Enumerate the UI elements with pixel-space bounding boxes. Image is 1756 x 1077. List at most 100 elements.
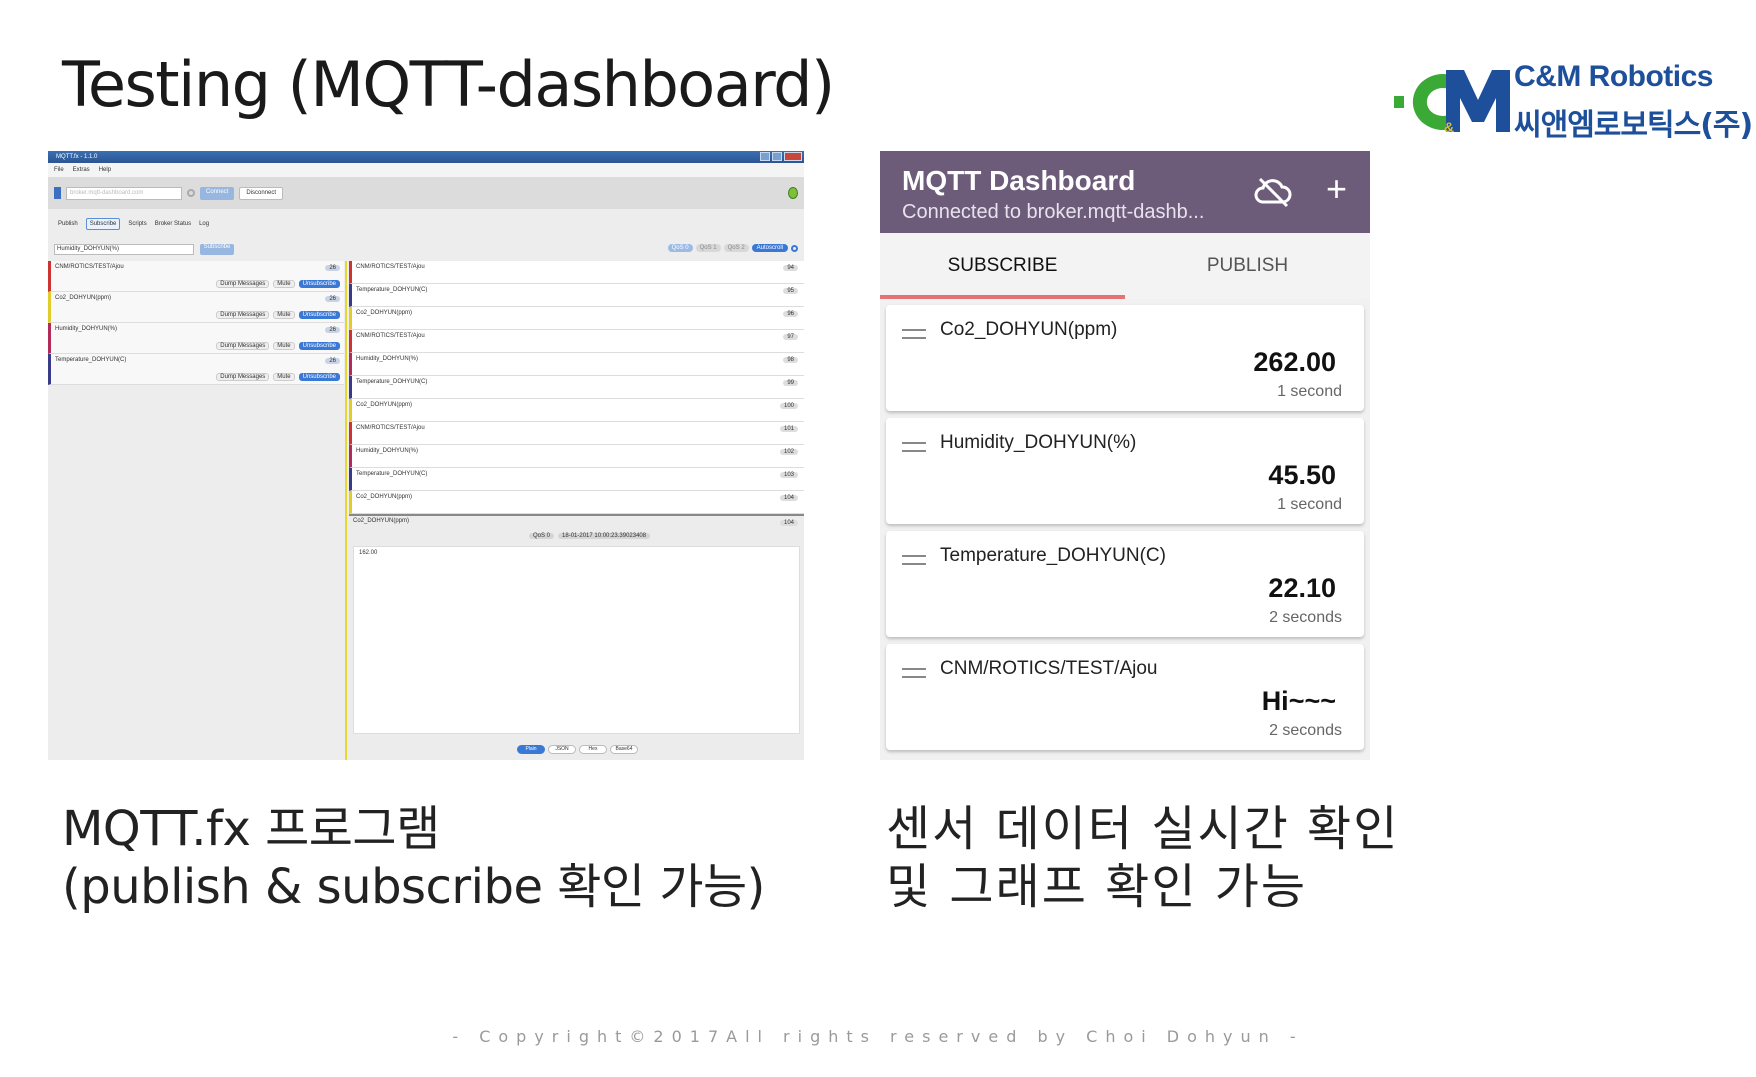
subscription-count: 26 (325, 265, 340, 271)
profile-document-icon (54, 187, 61, 199)
message-row[interactable]: Co2_DOHYUN(ppm) 96 (349, 307, 804, 330)
subscribe-button[interactable]: Subscribe (200, 243, 234, 255)
payload-view[interactable]: 162.00 (353, 546, 800, 734)
message-number: 95 (783, 288, 798, 294)
dump-messages-button[interactable]: Dump Messages (216, 342, 270, 350)
dump-messages-button[interactable]: Dump Messages (216, 311, 270, 319)
drag-handle-icon[interactable] (902, 442, 926, 452)
app-bar: MQTT Dashboard Connected to broker.mqtt-… (880, 151, 1370, 233)
tab-broker-status[interactable]: Broker Status (155, 221, 191, 227)
qos2-toggle[interactable]: QoS 2 (723, 244, 749, 252)
message-row[interactable]: Temperature_DOHYUN(C) 99 (349, 376, 804, 399)
message-row[interactable]: Co2_DOHYUN(ppm) 100 (349, 399, 804, 422)
svg-text:&: & (1444, 119, 1454, 135)
format-json[interactable]: JSON (548, 745, 576, 754)
connection-status-icon (788, 187, 798, 199)
unsubscribe-button[interactable]: Unsubscribe (298, 342, 340, 350)
message-topic: Co2_DOHYUN(ppm) (356, 494, 413, 500)
message-row[interactable]: CNM/ROTICS/TEST/Ajou 94 (349, 261, 804, 284)
gear-icon[interactable] (187, 189, 195, 197)
mqttfx-titlebar: MQTT.fx - 1.1.0 (48, 151, 804, 163)
unsubscribe-button[interactable]: Unsubscribe (298, 280, 340, 288)
tab-scripts[interactable]: Scripts (128, 221, 146, 227)
card-age: 2 seconds (1269, 722, 1342, 739)
maximize-button[interactable] (772, 152, 782, 161)
message-row[interactable]: CNM/ROTICS/TEST/Ajou 97 (349, 330, 804, 353)
subscription-card[interactable]: Co2_DOHYUN(ppm) 262.00 1 second (886, 305, 1364, 411)
mute-button[interactable]: Mute (273, 311, 295, 319)
tab-publish[interactable]: PUBLISH (1125, 233, 1370, 299)
message-row[interactable]: Temperature_DOHYUN(C) 95 (349, 284, 804, 307)
drag-handle-icon[interactable] (902, 668, 926, 678)
message-topic: CNM/ROTICS/TEST/Ajou (356, 333, 425, 339)
mute-button[interactable]: Mute (273, 342, 295, 350)
dump-messages-button[interactable]: Dump Messages (216, 373, 270, 381)
message-number: 102 (779, 449, 798, 455)
subscription-row[interactable]: Co2_DOHYUN(ppm) 26 Dump Messages Mute Unsubs… (48, 292, 344, 323)
mqttfx-menubar: File Extras Help (48, 163, 804, 177)
connection-subtitle: Connected to broker.mqtt-dashb... (902, 201, 1205, 223)
format-base64[interactable]: Base64 (610, 745, 638, 754)
menu-help[interactable]: Help (99, 167, 111, 173)
add-icon[interactable]: + (1326, 171, 1347, 207)
mqtt-dashboard-app: MQTT Dashboard Connected to broker.mqtt-… (880, 151, 1370, 760)
subscription-card[interactable]: Temperature_DOHYUN(C) 22.10 2 seconds (886, 531, 1364, 637)
mute-button[interactable]: Mute (273, 280, 295, 288)
tab-subscribe[interactable]: Subscribe (85, 218, 121, 230)
format-plain[interactable]: Plain (517, 745, 545, 754)
message-topic: Co2_DOHYUN(ppm) (356, 402, 413, 408)
minimize-button[interactable] (760, 152, 770, 161)
message-topic: Temperature_DOHYUN(C) (356, 471, 428, 477)
message-row[interactable]: Temperature_DOHYUN(C) 103 (349, 468, 804, 491)
payload-format-bar: Plain JSON Hex Base64 (517, 745, 638, 754)
message-row[interactable]: CNM/ROTICS/TEST/Ajou 101 (349, 422, 804, 445)
card-topic: Temperature_DOHYUN(C) (940, 545, 1166, 566)
caption-dashboard-line2: 및 그래프 확인 가능 (886, 859, 1308, 915)
subscription-card[interactable]: Humidity_DOHYUN(%) 45.50 1 second (886, 418, 1364, 524)
subscribe-topic-input[interactable]: Humidity_DOHYUN(%) (54, 243, 194, 255)
subscriptions-list: CNM/ROTICS/TEST/Ajou 26 Dump Messages Mute U… (48, 261, 344, 760)
pane-splitter[interactable] (345, 261, 347, 760)
dump-messages-button[interactable]: Dump Messages (216, 280, 270, 288)
cloud-off-icon[interactable] (1254, 175, 1292, 209)
unsubscribe-button[interactable]: Unsubscribe (298, 311, 340, 319)
drag-handle-icon[interactable] (902, 555, 926, 565)
broker-profile-select[interactable]: broker.mqtt-dashboard.com (66, 186, 182, 200)
subscription-row[interactable]: Temperature_DOHYUN(C) 26 Dump Messages Mute… (48, 354, 344, 385)
subscription-count: 26 (325, 327, 340, 333)
qos1-toggle[interactable]: QoS 1 (695, 244, 721, 252)
disconnect-button[interactable]: Disconnect (239, 186, 284, 200)
connect-button[interactable]: Connect (200, 186, 235, 200)
tab-publish[interactable]: Publish (58, 221, 78, 227)
message-number: 100 (779, 403, 798, 409)
message-row[interactable]: Humidity_DOHYUN(%) 102 (349, 445, 804, 468)
subscription-row[interactable]: Humidity_DOHYUN(%) 26 Dump Messages Mute Uns… (48, 323, 344, 354)
menu-extras[interactable]: Extras (73, 167, 90, 173)
caption-dashboard: 센서 데이터 실시간 확인 및 그래프 확인 가능 (886, 800, 1399, 916)
subscription-topic: Temperature_DOHYUN(C) (55, 357, 127, 363)
autoscroll-toggle[interactable]: Autoscroll (751, 244, 788, 252)
mute-button[interactable]: Mute (273, 373, 295, 381)
message-row[interactable]: Humidity_DOHYUN(%) 98 (349, 353, 804, 376)
close-button[interactable] (784, 152, 802, 161)
message-topic: Humidity_DOHYUN(%) (356, 448, 419, 454)
detail-number: 104 (779, 520, 798, 526)
caption-mqttfx-line2: (publish & subscribe 확인 가능) (62, 859, 765, 915)
app-title: MQTT Dashboard (902, 165, 1136, 196)
tab-log[interactable]: Log (199, 221, 209, 227)
caption-dashboard-line1: 센서 데이터 실시간 확인 (886, 801, 1400, 857)
card-value: 22.10 (1268, 573, 1336, 603)
format-hex[interactable]: Hex (579, 745, 607, 754)
settings-gear-icon[interactable] (791, 245, 798, 252)
card-age: 1 second (1277, 383, 1342, 400)
unsubscribe-button[interactable]: Unsubscribe (298, 373, 340, 381)
qos0-toggle[interactable]: QoS 0 (667, 244, 693, 252)
message-row[interactable]: Co2_DOHYUN(ppm) 104 (349, 491, 804, 514)
subscription-card[interactable]: CNM/ROTICS/TEST/Ajou Hi~~~ 2 seconds (886, 644, 1364, 750)
caption-mqttfx: MQTT.fx 프로그램 (publish & subscribe 확인 가능) (62, 800, 765, 916)
subscription-row[interactable]: CNM/ROTICS/TEST/Ajou 26 Dump Messages Mute U… (48, 261, 344, 292)
company-logo: & C&M Robotics 씨앤엠로보틱스(주) (1390, 56, 1753, 146)
drag-handle-icon[interactable] (902, 329, 926, 339)
menu-file[interactable]: File (54, 167, 64, 173)
tab-subscribe[interactable]: SUBSCRIBE (880, 233, 1125, 299)
